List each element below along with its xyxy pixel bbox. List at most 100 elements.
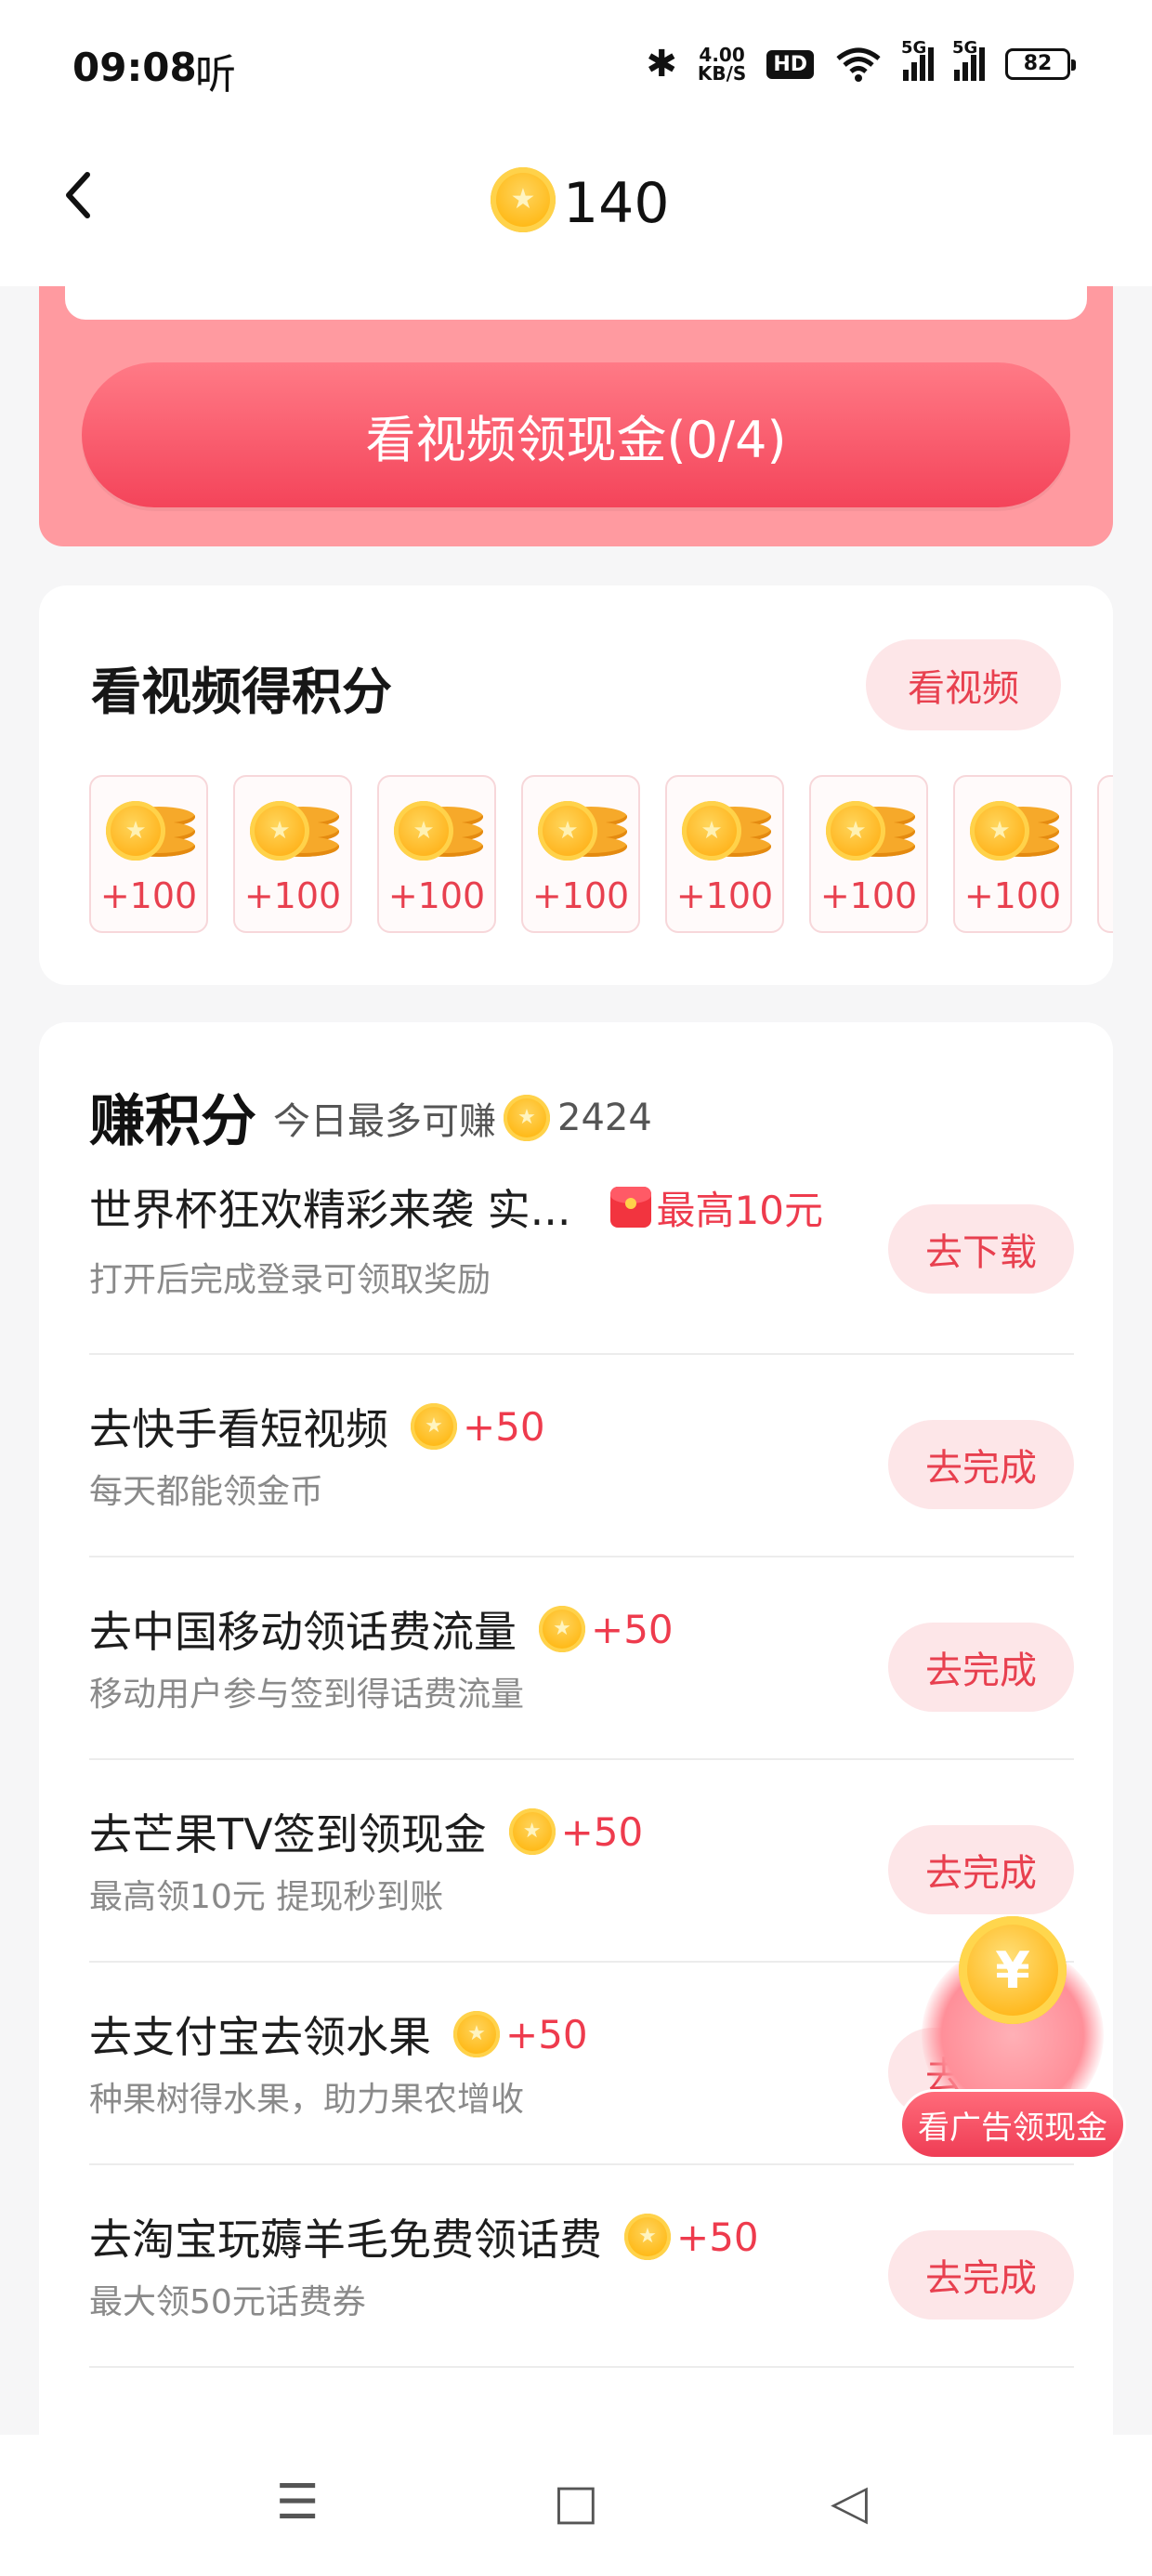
coin-icon: ★ [504, 1095, 550, 1141]
hd-icon: HD [766, 49, 814, 79]
task-desc: 种果树得水果，助力果农增收 [89, 2081, 525, 2119]
earn-subtitle-value: 2424 [557, 1097, 652, 1139]
task-desc: 最大领50元话费券 [89, 2283, 366, 2321]
chevron-left-icon [66, 172, 90, 218]
task-title: 去芒果TV签到领现金 [89, 1809, 487, 1860]
task-title: 去快手看短视频 [89, 1404, 388, 1454]
signal-icon-1: 5G [901, 38, 934, 81]
signal-icon-2: 5G [952, 38, 985, 81]
task-title-wrap: 去快手看短视频 ★ +50 [89, 1396, 545, 1457]
task-title: 去支付宝去领水果 [89, 2012, 431, 2062]
back-button[interactable] [59, 167, 115, 232]
yuan-coin-icon: ¥ [959, 1916, 1067, 2024]
video-reward-item-partial[interactable]: ★ [1097, 775, 1113, 933]
video-reward-item[interactable]: ★ +100 [521, 775, 640, 933]
coin-stack-icon: ★ [538, 794, 627, 861]
video-reward-value: +100 [99, 875, 198, 916]
download-button[interactable]: 去下载 [888, 1204, 1074, 1294]
task-reward: +50 [463, 1403, 545, 1450]
video-reward-value: +100 [819, 875, 918, 916]
video-points-card: 看视频得积分 看视频 ★ +100 ★ +100 ★ +100 ★ +100 ★… [39, 585, 1113, 985]
coin-stack-icon: ★ [970, 794, 1059, 861]
task-reward: +50 [505, 2011, 588, 2057]
red-packet-icon [609, 1187, 651, 1228]
video-reward-value: +100 [675, 875, 774, 916]
coin-stack-icon: ★ [826, 794, 915, 861]
menu-icon[interactable]: ☰ [269, 2470, 325, 2535]
earn-points-subtitle: 今日最多可赚 ★ 2424 [273, 1091, 652, 1145]
task-desc: 每天都能领金币 [89, 1473, 324, 1511]
task-title-wrap: 世界杯狂欢精彩来袭 实... 最高10元 [89, 1176, 823, 1238]
signal-1-label: 5G [901, 38, 927, 58]
video-reward-item[interactable]: ★ +100 [809, 775, 928, 933]
video-reward-item[interactable]: ★ +100 [377, 775, 496, 933]
coin-stack-icon: ★ [106, 794, 195, 861]
status-ting-icon: 听 [195, 51, 236, 99]
task-row: 去淘宝玩薅羊毛免费领话费 ★ +50 最大领50元话费券 去完成 [89, 2165, 1074, 2368]
earn-subtitle-prefix: 今日最多可赚 [273, 1100, 496, 1143]
battery-icon: 82 [1005, 48, 1076, 80]
task-desc: 打开后完成登录可领取奖励 [89, 1261, 491, 1299]
task-title-wrap: 去淘宝玩薅羊毛免费领话费 ★ +50 [89, 2206, 759, 2267]
task-reward: +50 [591, 1606, 674, 1652]
wifi-icon [836, 47, 881, 82]
video-reward-value: +100 [531, 875, 630, 916]
coin-icon: ★ [539, 1606, 585, 1652]
status-bar: 09:08 听 ✱ 4.00 KB/S HD 5G 5G 82 [0, 0, 1152, 139]
complete-button[interactable]: 去完成 [888, 1420, 1074, 1509]
task-reward-wrap: ★ +50 [453, 2011, 588, 2057]
status-icons: ✱ 4.00 KB/S HD 5G 5G 82 [646, 38, 1076, 85]
network-speed-unit: KB/S [697, 62, 747, 85]
bluetooth-icon: ✱ [646, 43, 677, 85]
system-nav-bar: ☰ □ ◁ [0, 2435, 1152, 2576]
task-title-wrap: 去芒果TV签到领现金 ★ +50 [89, 1801, 643, 1862]
task-row: 世界杯狂欢精彩来袭 实... 最高10元 打开后完成登录可领取奖励 去下载 [89, 1152, 1074, 1355]
task-desc: 最高领10元 提现秒到账 [89, 1878, 444, 1916]
video-reward-item[interactable]: ★ +100 [953, 775, 1072, 933]
task-title-wrap: 去中国移动领话费流量 ★ +50 [89, 1598, 674, 1660]
task-title-wrap: 去支付宝去领水果 ★ +50 [89, 2004, 588, 2065]
task-reward-wrap: ★ +50 [508, 1808, 644, 1855]
coin-stack-icon: ★ [250, 794, 339, 861]
earn-points-card: 赚积分 今日最多可赚 ★ 2424 世界杯狂欢精彩来袭 实... 最高10元 打… [39, 1022, 1113, 2546]
task-reward-wrap: ★ +50 [624, 2214, 759, 2260]
coin-icon: ★ [491, 167, 556, 232]
video-reward-item[interactable]: ★ +100 [665, 775, 784, 933]
complete-button[interactable]: 去完成 [888, 1825, 1074, 1914]
video-reward-item[interactable]: ★ +100 [89, 775, 208, 933]
earn-points-title: 赚积分 [89, 1089, 256, 1154]
cash-banner: 看视频领现金(0/4) [39, 286, 1113, 546]
coin-icon: ★ [453, 2011, 500, 2057]
video-reward-value: +100 [963, 875, 1062, 916]
video-points-title: 看视频得积分 [91, 663, 392, 721]
coin-balance: 140 [563, 171, 670, 236]
network-speed-value: 4.00 [699, 44, 745, 66]
floating-ad-widget[interactable]: ¥ 看广告领现金 [894, 1907, 1130, 2160]
task-row: 去中国移动领话费流量 ★ +50 移动用户参与签到得话费流量 去完成 [89, 1557, 1074, 1760]
video-reward-item[interactable]: ★ +100 [233, 775, 352, 933]
banner-card-bottom [65, 286, 1087, 320]
watch-ad-cash-label[interactable]: 看广告领现金 [899, 2089, 1126, 2160]
back-triangle-icon[interactable]: ◁ [821, 2470, 877, 2535]
task-reward: +50 [560, 1808, 644, 1855]
coin-stack-icon: ★ [682, 794, 771, 861]
top-header: ★ 140 [0, 139, 1152, 286]
home-icon[interactable]: □ [548, 2470, 604, 2535]
task-desc: 移动用户参与签到得话费流量 [89, 1676, 525, 1714]
signal-2-label: 5G [952, 38, 978, 58]
coin-stack-icon: ★ [394, 794, 483, 861]
coin-icon: ★ [624, 2214, 671, 2260]
task-reward: 最高10元 [656, 1187, 823, 1233]
video-reward-list: ★ +100 ★ +100 ★ +100 ★ +100 ★ +100 ★ +10… [89, 775, 1113, 933]
complete-button[interactable]: 去完成 [888, 1623, 1074, 1712]
coin-icon: ★ [508, 1808, 556, 1855]
task-row: 去快手看短视频 ★ +50 每天都能领金币 去完成 [89, 1355, 1074, 1557]
complete-button[interactable]: 去完成 [888, 2230, 1074, 2320]
task-reward-wrap: ★ +50 [411, 1403, 545, 1450]
video-reward-value: +100 [387, 875, 486, 916]
watch-video-button[interactable]: 看视频 [866, 639, 1061, 730]
watch-video-cash-button[interactable]: 看视频领现金(0/4) [82, 362, 1070, 507]
task-reward-wrap: ★ +50 [539, 1606, 674, 1652]
status-time: 09:08 [72, 45, 197, 90]
task-title: 去淘宝玩薅羊毛免费领话费 [89, 2215, 602, 2265]
